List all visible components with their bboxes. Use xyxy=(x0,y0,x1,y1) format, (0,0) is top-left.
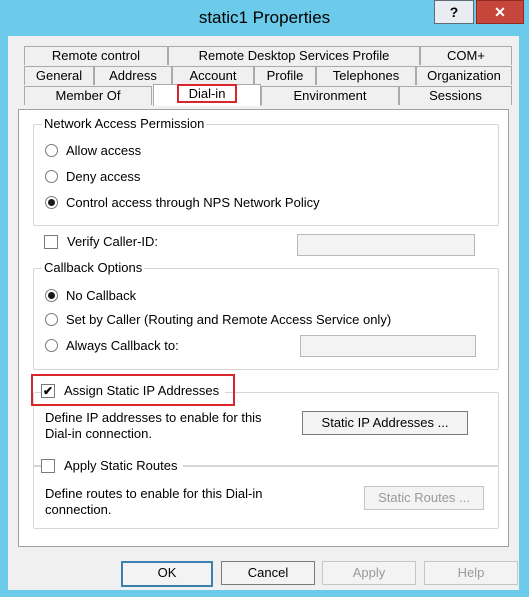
caller-id-field[interactable] xyxy=(297,234,475,256)
tab-dial-in[interactable]: Dial-in xyxy=(153,84,261,106)
tab-remote-control[interactable]: Remote control xyxy=(24,46,168,65)
callback-options-legend: Callback Options xyxy=(42,260,145,275)
properties-window: static1 Properties ? ✕ Remote control Re… xyxy=(0,0,529,597)
dialog-client-area: Remote control Remote Desktop Services P… xyxy=(8,36,519,590)
static-routes-button[interactable]: Static Routes ... xyxy=(364,486,484,510)
tab-member-of[interactable]: Member Of xyxy=(24,86,152,105)
control-access-nps-label: Control access through NPS Network Polic… xyxy=(66,195,320,210)
radio-indicator-selected xyxy=(45,289,58,302)
control-access-nps-radio[interactable]: Control access through NPS Network Polic… xyxy=(45,195,320,210)
highlight-annotation xyxy=(31,374,235,406)
apply-static-routes-label: Apply Static Routes xyxy=(64,458,178,473)
radio-indicator xyxy=(45,144,58,157)
tab-account[interactable]: Account xyxy=(172,66,254,85)
apply-button[interactable]: Apply xyxy=(322,561,416,585)
tab-environment[interactable]: Environment xyxy=(261,86,399,105)
radio-indicator xyxy=(45,170,58,183)
tab-com-plus[interactable]: COM+ xyxy=(420,46,512,65)
radio-indicator xyxy=(45,339,58,352)
always-callback-field[interactable] xyxy=(300,335,476,357)
set-by-caller-radio[interactable]: Set by Caller (Routing and Remote Access… xyxy=(45,312,391,327)
help-button[interactable]: Help xyxy=(424,561,518,585)
static-ip-addresses-button[interactable]: Static IP Addresses ... xyxy=(302,411,468,435)
network-access-group: Network Access Permission Allow access D… xyxy=(33,116,499,226)
tab-general[interactable]: General xyxy=(24,66,94,85)
always-callback-radio[interactable]: Always Callback to: xyxy=(45,338,179,353)
tab-organization[interactable]: Organization xyxy=(416,66,512,85)
tab-sessions[interactable]: Sessions xyxy=(399,86,512,105)
radio-indicator xyxy=(45,313,58,326)
ok-button[interactable]: OK xyxy=(121,561,213,587)
help-title-button[interactable]: ? xyxy=(434,0,474,24)
apply-static-routes-checkbox[interactable]: Apply Static Routes xyxy=(41,458,184,473)
tab-remote-desktop-services-profile[interactable]: Remote Desktop Services Profile xyxy=(168,46,420,65)
checkbox-indicator xyxy=(44,234,58,249)
tab-dial-in-label: Dial-in xyxy=(176,84,238,103)
tab-profile[interactable]: Profile xyxy=(254,66,316,85)
allow-access-label: Allow access xyxy=(66,143,142,158)
no-callback-radio[interactable]: No Callback xyxy=(45,288,136,303)
always-callback-label: Always Callback to: xyxy=(66,338,179,353)
deny-access-label: Deny access xyxy=(66,169,141,184)
static-routes-group: Define routes to enable for this Dial-in… xyxy=(33,465,499,529)
verify-caller-id-checkbox[interactable]: Verify Caller-ID: xyxy=(44,234,158,249)
radio-indicator-selected xyxy=(45,196,58,209)
allow-access-radio[interactable]: Allow access xyxy=(45,143,141,158)
static-routes-description: Define routes to enable for this Dial-in… xyxy=(45,486,263,517)
cancel-button[interactable]: Cancel xyxy=(221,561,315,585)
no-callback-label: No Callback xyxy=(66,288,137,303)
verify-caller-id-label: Verify Caller-ID: xyxy=(67,234,159,249)
callback-options-group: Callback Options No Callback Set by Call… xyxy=(33,260,499,370)
title-bar[interactable]: static1 Properties ? ✕ xyxy=(0,0,529,36)
deny-access-radio[interactable]: Deny access xyxy=(45,169,140,184)
dial-in-panel: Network Access Permission Allow access D… xyxy=(18,109,509,547)
tab-telephones[interactable]: Telephones xyxy=(316,66,416,85)
network-access-legend: Network Access Permission xyxy=(42,116,207,131)
checkbox-indicator xyxy=(41,458,55,473)
tab-address[interactable]: Address xyxy=(94,66,172,85)
close-button[interactable]: ✕ xyxy=(476,0,524,24)
static-ip-description: Define IP addresses to enable for this D… xyxy=(45,410,262,441)
set-by-caller-label: Set by Caller (Routing and Remote Access… xyxy=(66,312,392,327)
